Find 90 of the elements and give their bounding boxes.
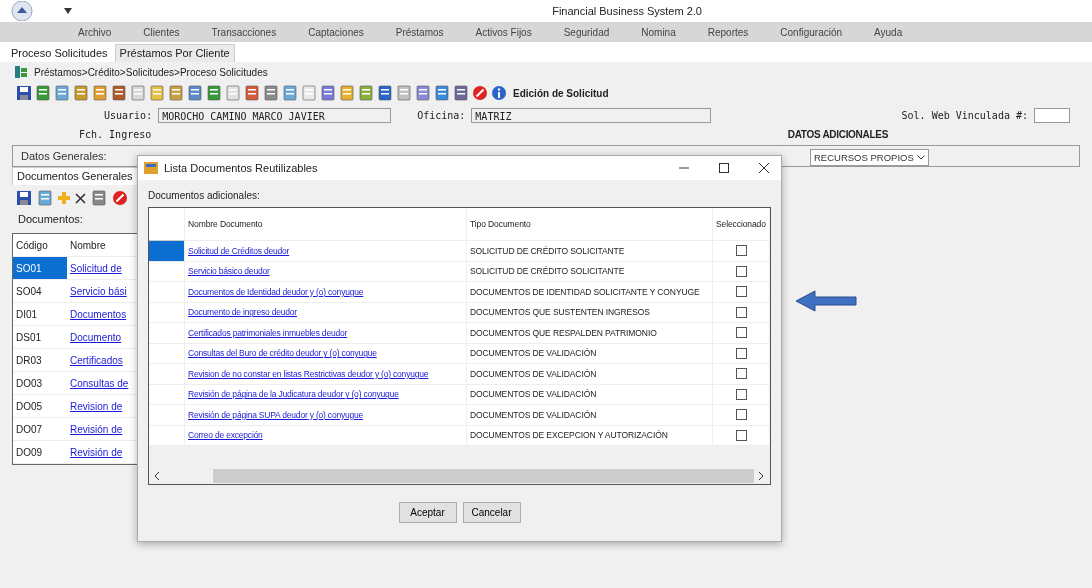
table-cell: DOCUMENTOS DE EXCEPCION Y AUTORIZACIÓN: [467, 425, 713, 446]
save-icon[interactable]: [16, 190, 32, 206]
documents-label: Documentos:: [18, 213, 83, 225]
table-cell[interactable]: SO01: [13, 257, 67, 280]
document-icon[interactable]: [358, 85, 374, 101]
checkbox[interactable]: [735, 327, 747, 339]
checkbox[interactable]: [735, 429, 747, 441]
document-icon[interactable]: [54, 85, 70, 101]
breadcrumb: Préstamos>Crédito>Solicitudes>Proceso Solicitudes: [34, 66, 268, 78]
checkbox[interactable]: [735, 306, 747, 318]
table-cell: DOCUMENTOS QUE RESPALDEN PATRIMONIO: [467, 323, 713, 344]
menu-item[interactable]: Ayuda: [858, 26, 919, 38]
menu-item[interactable]: Nomina: [625, 26, 692, 38]
checkbox[interactable]: [735, 347, 747, 359]
info-icon[interactable]: [491, 85, 507, 101]
document-icon[interactable]: [415, 85, 431, 101]
dropdown-arrow-icon[interactable]: [64, 8, 72, 14]
document-icon[interactable]: [37, 190, 53, 206]
scroll-right-icon[interactable]: [756, 471, 766, 481]
toolbar-label: Edición de Solicitud: [513, 87, 609, 99]
window-icon: [144, 162, 158, 174]
menu-item[interactable]: Activos Fijos: [459, 26, 548, 38]
tab[interactable]: Documentos Generales: [12, 167, 138, 185]
menu-item[interactable]: Préstamos: [379, 26, 460, 38]
field-label: Fch. Ingreso: [79, 128, 152, 140]
stop-icon[interactable]: [472, 85, 488, 101]
window-title: Financial Business System 2.0: [552, 5, 702, 17]
checkbox[interactable]: [735, 265, 747, 277]
field-label: Oficina:: [417, 109, 466, 121]
office-field[interactable]: MATRIZ: [471, 107, 712, 123]
dialog-button[interactable]: Cancelar: [462, 502, 521, 523]
document-icon[interactable]: [73, 85, 89, 101]
close-icon[interactable]: [75, 192, 86, 204]
document-icon[interactable]: [206, 85, 222, 101]
chevron-down-icon: [916, 155, 925, 160]
checkbox[interactable]: [735, 388, 747, 400]
menu-item[interactable]: Configuración: [764, 26, 859, 38]
document-icon[interactable]: [244, 85, 260, 101]
document-icon[interactable]: [92, 85, 108, 101]
document-link[interactable]: Revision de no constar en listas Restrictivas deudor y (o) conyugue: [185, 364, 467, 385]
document-icon[interactable]: [111, 85, 127, 101]
document-icon[interactable]: [339, 85, 355, 101]
dialog-button[interactable]: Aceptar: [398, 502, 457, 523]
document-icon[interactable]: [263, 85, 279, 101]
user-field[interactable]: MOROCHO CAMINO MARCO JAVIER: [158, 107, 392, 123]
menu-item[interactable]: Transacciones: [195, 26, 293, 38]
document-link[interactable]: Certificados patrimoniales inmuebles deudor: [185, 323, 467, 344]
checkbox[interactable]: [735, 286, 747, 298]
table-cell: SOLICITUD DE CRÉDITO SOLICITANTE: [467, 241, 713, 262]
table-cell: DOCUMENTOS DE VALIDACIÓN: [467, 364, 713, 385]
checkbox[interactable]: [735, 409, 747, 421]
table-cell: DOCUMENTOS DE VALIDACIÓN: [467, 405, 713, 426]
checkbox[interactable]: [735, 245, 747, 257]
app-logo-icon: [10, 1, 34, 21]
field-label: Sol. Web Vinculada #:: [901, 109, 1028, 121]
document-link[interactable]: Revisión de página SUPA deudor y (o) conyugue: [185, 405, 467, 426]
table-cell: DOCUMENTOS DE IDENTIDAD SOLICITANTE Y CONYUGE: [467, 282, 713, 303]
document-icon[interactable]: [168, 85, 184, 101]
section-title: DATOS ADICIONALES: [787, 128, 888, 140]
tree-icon: [14, 65, 28, 79]
menu-item[interactable]: Reportes: [691, 26, 765, 38]
row-selector[interactable]: [149, 241, 185, 262]
document-icon[interactable]: [91, 190, 107, 206]
dialog-title: Lista Documentos Reutilizables: [164, 162, 318, 174]
document-icon[interactable]: [320, 85, 336, 101]
document-icon[interactable]: [453, 85, 469, 101]
document-link[interactable]: Documentos de Identidad deudor y (o) conyugue: [185, 282, 467, 303]
document-icon[interactable]: [35, 85, 51, 101]
document-icon[interactable]: [396, 85, 412, 101]
document-icon[interactable]: [149, 85, 165, 101]
save-icon[interactable]: [16, 85, 32, 101]
checkbox[interactable]: [735, 368, 747, 380]
document-icon[interactable]: [187, 85, 203, 101]
section-label: Documentos adicionales:: [147, 189, 261, 201]
tab[interactable]: Préstamos Por Cliente: [114, 44, 235, 62]
funding-dropdown[interactable]: RECURSOS PROPIOS: [810, 149, 929, 166]
stop-icon[interactable]: [112, 190, 128, 206]
document-icon[interactable]: [434, 85, 450, 101]
document-icon[interactable]: [377, 85, 393, 101]
field-label: Usuario:: [104, 109, 153, 121]
web-request-field[interactable]: [1034, 107, 1070, 123]
group-label: Datos Generales:: [21, 150, 107, 162]
menu-item[interactable]: Seguridad: [547, 26, 626, 38]
document-link[interactable]: Solicitud de Créditos deudor: [185, 241, 467, 262]
menu-item[interactable]: Archivo: [62, 26, 128, 38]
document-link[interactable]: Correo de excepción: [185, 425, 467, 446]
document-icon[interactable]: [282, 85, 298, 101]
menu-item[interactable]: Clientes: [127, 26, 196, 38]
left-arrow-drawing: [795, 290, 857, 312]
menu-item[interactable]: Captaciones: [292, 26, 380, 38]
